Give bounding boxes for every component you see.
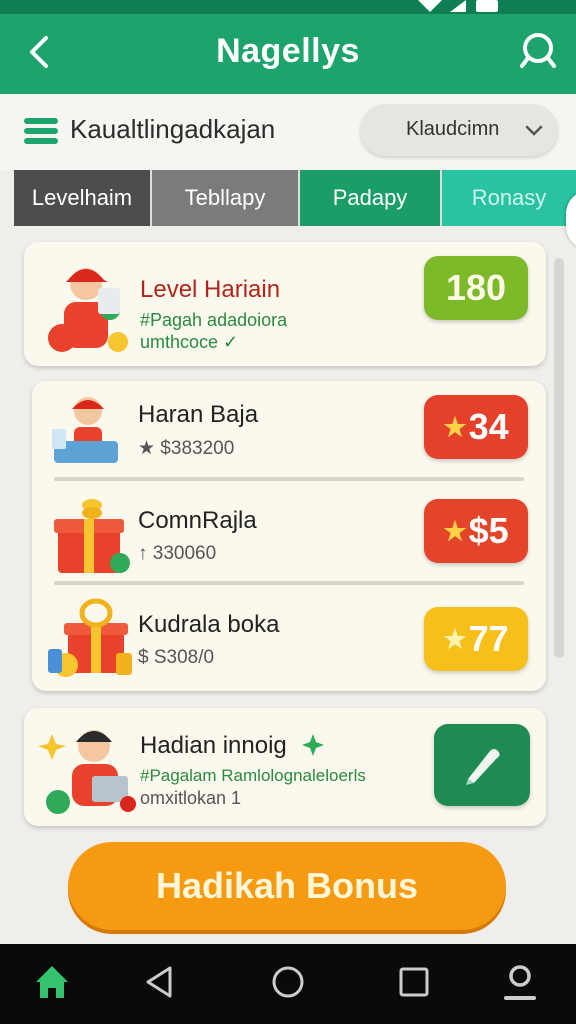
home-icon[interactable] <box>32 962 72 1002</box>
badge-value: $5 <box>468 510 509 551</box>
status-icons <box>418 0 498 12</box>
page-title: Nagellys <box>216 32 360 70</box>
gift-coins-icon <box>48 598 132 677</box>
reward-subtitle-2: omxitlokan 1 <box>140 788 242 808</box>
reward-badge[interactable]: ★ $5 <box>424 499 528 563</box>
dropdown-value: Klaudcimn <box>406 118 500 140</box>
reward-subtitle: $ S308/0 <box>138 647 215 668</box>
status-bar <box>0 0 576 14</box>
desk-illustration <box>52 397 118 463</box>
gift-box-icon <box>54 499 130 573</box>
profile-icon[interactable] <box>500 962 540 1002</box>
category-dropdown[interactable]: Klaudcimn <box>360 104 558 156</box>
reward-card-level[interactable]: Level Hariain #Pagah adadoiora umthcoce … <box>24 242 546 366</box>
tab-bar: Levelhaim Tebllapy Padapy Ronasy <box>14 170 576 226</box>
reward-title: Haran Baja <box>138 401 259 428</box>
filter-label: Kaualtlingadkajan <box>70 114 276 144</box>
scrollbar[interactable] <box>554 258 564 658</box>
tab-padapy[interactable]: Padapy <box>298 170 440 226</box>
tab-ronasy[interactable]: Ronasy <box>440 170 576 226</box>
star-icon: ★ <box>443 515 467 546</box>
tab-tebllapy[interactable]: Tebllapy <box>150 170 298 226</box>
divider <box>54 581 524 585</box>
reward-card-hadian[interactable]: Hadian innoig #Pagalam Ramlolognaleloerl… <box>24 708 546 826</box>
edit-button[interactable] <box>434 724 530 806</box>
reward-title: Hadian innoig <box>140 732 287 759</box>
sparkle-icon <box>302 734 324 756</box>
menu-icon[interactable] <box>24 116 58 146</box>
home-circle-icon[interactable] <box>268 962 308 1002</box>
reward-subtitle: #Pagah adadoiora <box>140 310 288 330</box>
search-icon[interactable] <box>518 30 558 70</box>
reward-title: Kudrala boka <box>138 611 280 638</box>
filter-bar: Kaualtlingadkajan Klaudcimn <box>0 94 576 170</box>
reward-subtitle: ★ $383200 <box>138 438 235 459</box>
pencil-icon <box>466 749 500 785</box>
back-triangle-icon[interactable] <box>140 962 180 1002</box>
reward-subtitle-2: umthcoce ✓ <box>140 332 239 352</box>
badge-value: 180 <box>445 267 507 308</box>
reward-badge[interactable]: 180 <box>424 256 528 320</box>
reward-title: ComnRajla <box>138 507 257 534</box>
app-bar: Nagellys <box>0 14 576 94</box>
reward-subtitle: ↑ 330060 <box>138 543 217 564</box>
divider <box>54 477 524 481</box>
reward-title: Level Hariain <box>140 276 281 303</box>
reward-subtitle: #Pagalam Ramlolognaleloerls <box>140 766 366 785</box>
courier-illustration <box>48 268 128 352</box>
chevron-down-icon <box>525 125 543 136</box>
reward-card-group: Haran Baja ★ $383200 ★ 34 ComnRajla ↑ 330… <box>32 381 546 691</box>
recents-square-icon[interactable] <box>394 962 434 1002</box>
laptop-worker-illustration <box>38 730 136 814</box>
reward-badge[interactable]: ★ 34 <box>424 395 528 459</box>
bonus-button[interactable]: Hadikah Bonus <box>68 842 506 930</box>
system-nav-bar <box>0 944 576 1024</box>
star-icon: ★ <box>443 411 467 442</box>
badge-value: 34 <box>468 406 509 447</box>
badge-value: 77 <box>468 618 509 659</box>
reward-badge[interactable]: ★ 77 <box>424 607 528 671</box>
star-icon: ★ <box>443 623 467 654</box>
tab-levelhaim[interactable]: Levelhaim <box>14 170 150 226</box>
